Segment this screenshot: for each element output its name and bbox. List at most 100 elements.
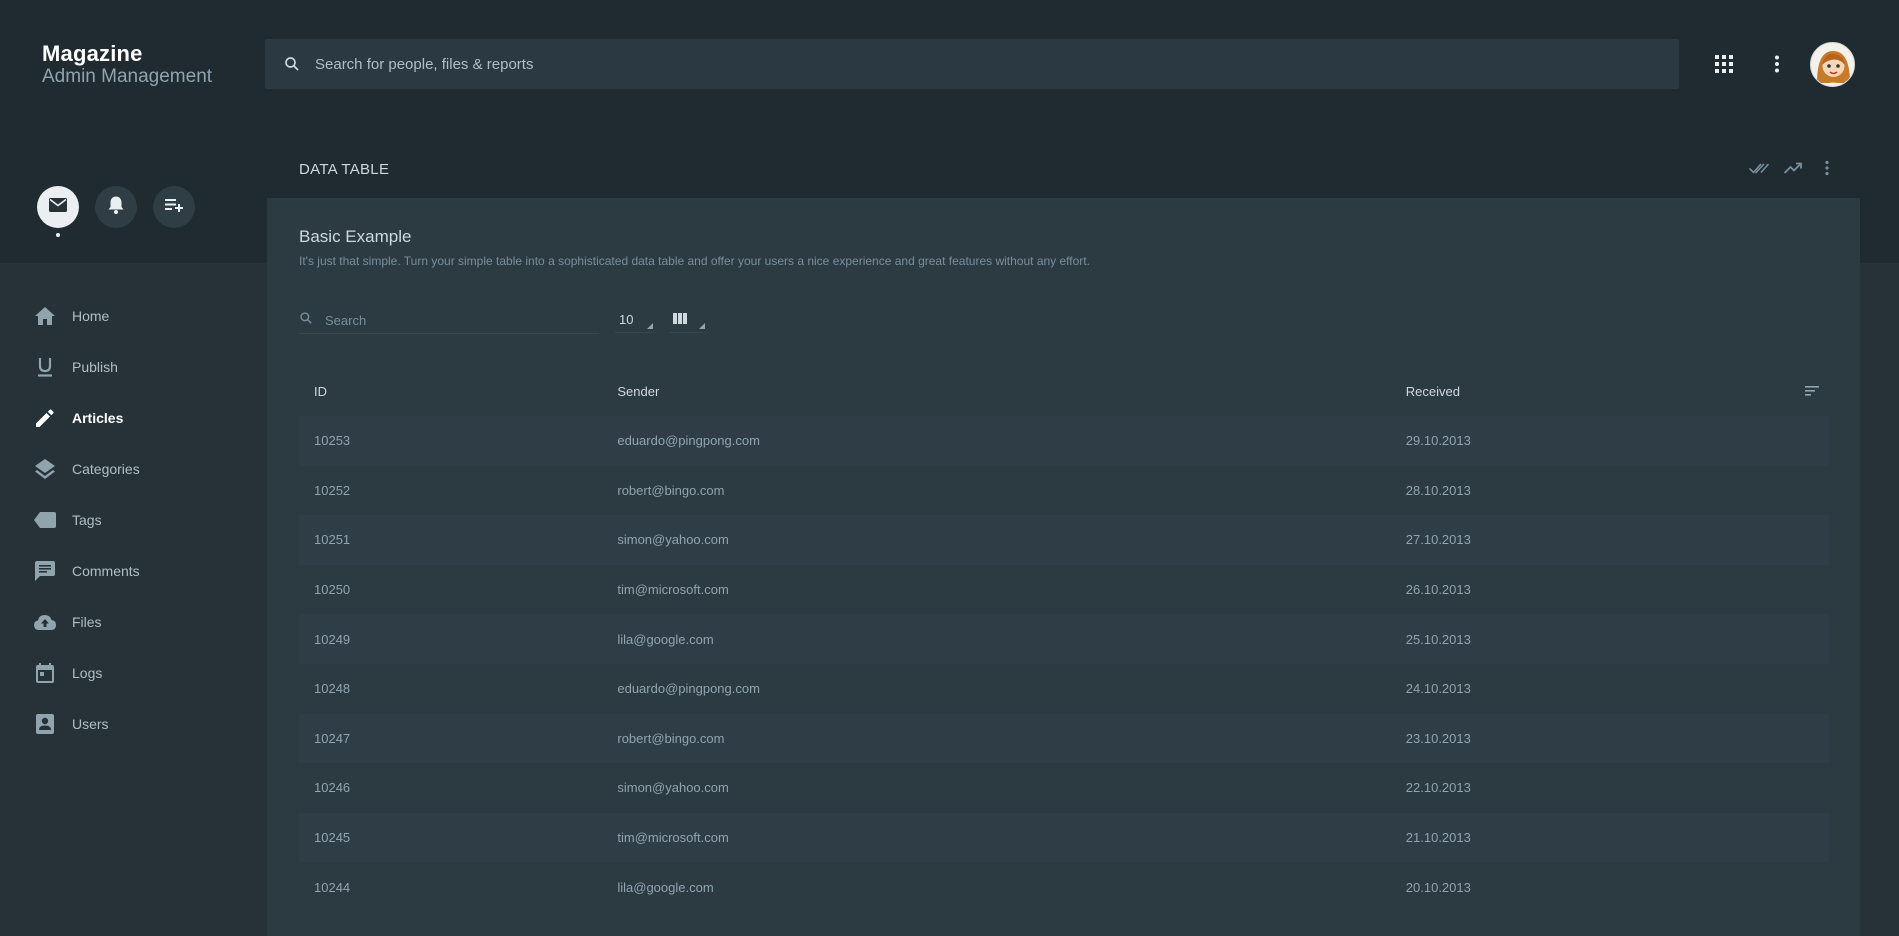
- cell-spacer: [1790, 564, 1829, 615]
- cloud-upload-icon: [34, 611, 56, 633]
- table-row[interactable]: 10247 robert@bingo.com 23.10.2013: [299, 713, 1829, 764]
- pencil-icon: [34, 407, 56, 429]
- cell-id: 10252: [299, 465, 603, 516]
- cell-sender: robert@bingo.com: [602, 465, 1391, 516]
- select-arrow-icon: [647, 323, 653, 329]
- active-indicator: [56, 233, 60, 237]
- table-search-input[interactable]: Search: [299, 308, 599, 334]
- cell-received: 29.10.2013: [1390, 416, 1790, 466]
- notifications-button[interactable]: [95, 186, 137, 228]
- avatar[interactable]: [1810, 42, 1855, 87]
- cell-received: 25.10.2013: [1390, 614, 1790, 664]
- sidebar-item-comments[interactable]: Comments: [0, 545, 265, 596]
- cell-sender: lila@google.com: [602, 614, 1391, 664]
- sidebar-item-label: Logs: [72, 664, 103, 681]
- add-to-list-button[interactable]: [153, 186, 195, 228]
- cell-spacer: [1790, 812, 1829, 863]
- sidebar-item-articles[interactable]: Articles: [0, 392, 265, 443]
- data-table: ID Sender Received 10253 eduardo@pingpong…: [299, 366, 1829, 912]
- sidebar-item-label: Home: [72, 307, 110, 324]
- cell-received: 22.10.2013: [1390, 763, 1790, 813]
- global-search-input[interactable]: Search for people, files & reports: [265, 39, 1679, 89]
- sidebar-item-files[interactable]: Files: [0, 596, 265, 647]
- cell-sender: simon@yahoo.com: [602, 763, 1391, 813]
- cell-spacer: [1790, 416, 1829, 466]
- table-row[interactable]: 10245 tim@microsoft.com 21.10.2013: [299, 812, 1829, 863]
- search-icon: [299, 311, 313, 330]
- table-header-row: ID Sender Received: [299, 366, 1829, 416]
- more-vert-icon[interactable]: [1765, 52, 1789, 76]
- sidebar-item-publish[interactable]: Publish: [0, 341, 265, 392]
- cell-received: 20.10.2013: [1390, 862, 1790, 912]
- table-row[interactable]: 10249 lila@google.com 25.10.2013: [299, 614, 1829, 664]
- sidebar-item-home[interactable]: Home: [0, 290, 265, 341]
- sidebar-item-label: Comments: [72, 562, 140, 579]
- mail-button[interactable]: [37, 186, 79, 228]
- column-visibility-select[interactable]: [669, 307, 707, 333]
- apps-grid-icon[interactable]: [1712, 52, 1736, 76]
- cell-id: 10247: [299, 713, 603, 764]
- cell-received: 21.10.2013: [1390, 812, 1790, 863]
- sort-button[interactable]: [1790, 366, 1829, 416]
- cell-sender: simon@yahoo.com: [602, 515, 1391, 565]
- example-title: Basic Example: [299, 227, 412, 246]
- done-all-icon[interactable]: [1748, 157, 1770, 179]
- cell-sender: eduardo@pingpong.com: [602, 416, 1391, 466]
- brand-title: Magazine: [42, 41, 143, 66]
- table-row[interactable]: 10251 simon@yahoo.com 27.10.2013: [299, 515, 1829, 565]
- column-header-id[interactable]: ID: [299, 366, 602, 416]
- cell-received: 23.10.2013: [1390, 713, 1790, 764]
- cell-spacer: [1790, 663, 1829, 714]
- comment-icon: [34, 560, 56, 582]
- cell-id: 10245: [299, 812, 603, 863]
- sort-icon: [1805, 384, 1819, 399]
- mail-icon: [49, 197, 67, 217]
- layers-icon: [34, 458, 56, 480]
- cell-spacer: [1790, 465, 1829, 516]
- trending-up-icon[interactable]: [1782, 157, 1804, 179]
- table-row[interactable]: 10252 robert@bingo.com 28.10.2013: [299, 465, 1829, 516]
- sidebar-item-label: Publish: [72, 358, 118, 375]
- cell-sender: lila@google.com: [602, 862, 1391, 912]
- cell-sender: eduardo@pingpong.com: [602, 663, 1391, 714]
- page-size-value: 10: [619, 312, 634, 327]
- brand[interactable]: Magazine Admin Management: [42, 42, 212, 88]
- sidebar-nav: Home Publish Articles Categories Tags Co…: [0, 290, 265, 749]
- card-toolbar: [1748, 157, 1838, 179]
- sidebar-item-categories[interactable]: Categories: [0, 443, 265, 494]
- select-arrow-icon: [699, 323, 705, 329]
- cell-id: 10248: [299, 663, 603, 714]
- column-header-received[interactable]: Received: [1391, 366, 1790, 416]
- cell-id: 10251: [299, 515, 603, 565]
- cell-id: 10250: [299, 564, 603, 615]
- sidebar-item-label: Users: [72, 715, 109, 732]
- table-row[interactable]: 10244 lila@google.com 20.10.2013: [299, 862, 1829, 912]
- table-row[interactable]: 10248 eduardo@pingpong.com 24.10.2013: [299, 663, 1829, 714]
- cell-spacer: [1790, 515, 1829, 565]
- card-header: DATA TABLE: [267, 140, 1860, 198]
- cell-spacer: [1790, 763, 1829, 813]
- playlist-add-icon: [165, 198, 183, 217]
- cell-spacer: [1790, 614, 1829, 664]
- column-header-sender[interactable]: Sender: [602, 366, 1390, 416]
- sidebar-item-tags[interactable]: Tags: [0, 494, 265, 545]
- cell-id: 10244: [299, 862, 603, 912]
- cell-id: 10253: [299, 416, 603, 466]
- sidebar-item-logs[interactable]: Logs: [0, 647, 265, 698]
- calendar-icon: [34, 662, 56, 684]
- table-search-placeholder: Search: [325, 313, 367, 328]
- example-description: It's just that simple. Turn your simple …: [299, 254, 1090, 268]
- cell-received: 24.10.2013: [1390, 663, 1790, 714]
- table-row[interactable]: 10250 tim@microsoft.com 26.10.2013: [299, 564, 1829, 615]
- table-row[interactable]: 10246 simon@yahoo.com 22.10.2013: [299, 763, 1829, 813]
- sidebar-item-users[interactable]: Users: [0, 698, 265, 749]
- page-size-select[interactable]: 10: [615, 307, 655, 333]
- cell-sender: tim@microsoft.com: [602, 564, 1391, 615]
- data-table-card: Basic Example It's just that simple. Tur…: [267, 198, 1860, 936]
- more-vert-icon[interactable]: [1816, 157, 1838, 179]
- cell-sender: robert@bingo.com: [602, 713, 1391, 764]
- table-row[interactable]: 10253 eduardo@pingpong.com 29.10.2013: [299, 416, 1829, 466]
- home-icon: [34, 305, 56, 327]
- cell-received: 27.10.2013: [1390, 515, 1790, 565]
- tag-icon: [34, 509, 56, 531]
